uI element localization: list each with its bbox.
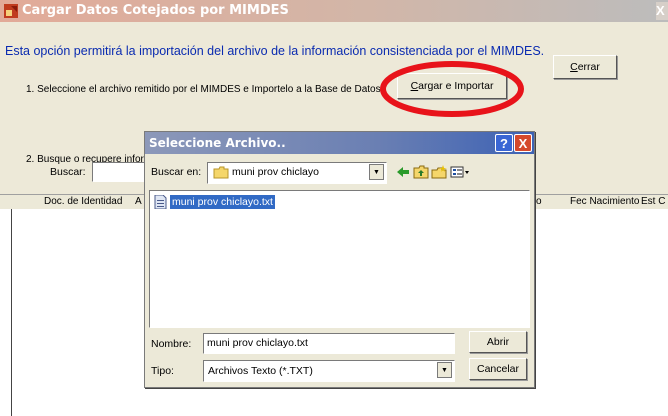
help-button[interactable]: ? [495,134,513,152]
dialog-titlebar[interactable]: Seleccione Archivo.. ? X [145,132,534,154]
col-est-c[interactable]: Est C [641,196,665,207]
nombre-input[interactable]: muni prov chiclayo.txt [203,333,455,354]
cerrar-accesskey: C [570,61,578,73]
col-a[interactable]: A [135,196,142,207]
buscar-input[interactable] [92,162,152,182]
back-arrow-icon[interactable] [395,165,411,179]
highlight-ellipse [380,61,524,117]
window-close-button[interactable]: X [656,2,668,20]
dialog-close-button[interactable]: X [514,134,532,152]
buscar-label: Buscar: [50,166,86,178]
step1-instruction: 1. Seleccione el archivo remitido por el… [26,84,381,95]
folder-icon [213,166,229,179]
col-doc-identidad[interactable]: Doc. de Identidad [44,196,122,207]
table-divider [11,209,12,416]
text-file-icon [154,195,167,209]
buscar-en-label: Buscar en: [151,166,202,178]
tipo-value: Archivos Texto (*.TXT) [208,365,313,377]
chevron-down-icon[interactable]: ▼ [437,362,452,378]
cancelar-button[interactable]: Cancelar [469,358,527,380]
current-folder: muni prov chiclayo [232,166,319,178]
main-titlebar[interactable]: Cargar Datos Cotejados por MIMDES X [0,0,668,22]
chevron-down-icon[interactable]: ▼ [369,164,384,180]
file-name: muni prov chiclayo.txt [170,195,275,209]
highlight-ellipse-shape [380,61,524,117]
app-icon [4,4,18,18]
intro-text: Esta opción permitirá la importación del… [5,44,545,58]
nombre-value: muni prov chiclayo.txt [207,337,308,349]
col-fec-nacimiento[interactable]: Fec Nacimiento [570,196,639,207]
cerrar-label: errar [577,61,600,73]
tipo-label: Tipo: [151,365,174,377]
abrir-button[interactable]: Abrir [469,331,527,353]
file-list[interactable]: muni prov chiclayo.txt [149,190,530,328]
col-o[interactable]: o [536,196,542,207]
view-menu-icon[interactable] [450,165,470,179]
nombre-label: Nombre: [151,338,192,350]
folder-dropdown[interactable]: muni prov chiclayo ▼ [207,162,387,184]
cerrar-button[interactable]: Cerrar [553,55,617,79]
up-folder-icon[interactable] [413,165,429,179]
window-title: Cargar Datos Cotejados por MIMDES [22,3,289,18]
file-dialog: Seleccione Archivo.. ? X Buscar en: muni… [144,131,535,388]
dialog-title: Seleccione Archivo.. [149,136,286,150]
tipo-dropdown[interactable]: Archivos Texto (*.TXT) ▼ [203,360,455,382]
new-folder-icon[interactable] [431,165,447,179]
